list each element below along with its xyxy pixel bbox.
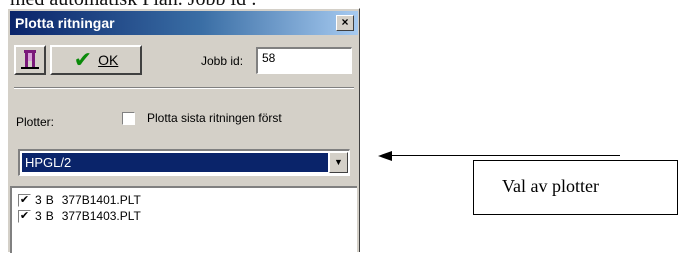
checkmark-icon: ✔ [73, 47, 93, 72]
file-col1: 3 [35, 193, 42, 207]
file-col2: B [45, 209, 54, 223]
callout-box: Val av plotter [473, 160, 678, 215]
window-title: Plotta ritningar [15, 15, 115, 31]
file-name: 377B1403.PLT [61, 209, 141, 223]
file-name: 377B1401.PLT [61, 193, 141, 207]
figure-button[interactable] [14, 45, 46, 75]
plot-dialog: Plotta ritningar × ✔ OK Jobb id: 58 Plot… [7, 8, 360, 253]
jobb-id-label: Jobb id: [201, 54, 244, 68]
pointer-arrow-line [392, 155, 620, 156]
jobb-id-input[interactable]: 58 [256, 47, 352, 74]
plotter-selected-value: HPGL/2 [22, 153, 328, 172]
file-checkbox[interactable]: ✔ [18, 209, 31, 223]
ok-label: OK [98, 52, 119, 68]
dropdown-arrow-icon[interactable]: ▼ [329, 152, 348, 173]
ok-button[interactable]: ✔ OK [50, 45, 142, 75]
close-button[interactable]: × [336, 15, 354, 31]
file-col2: B [45, 193, 54, 207]
file-checkbox[interactable]: ✔ [18, 193, 31, 207]
list-item[interactable]: ✔ 3 B 377B1401.PLT [18, 193, 141, 207]
list-item[interactable]: ✔ 3 B 377B1403.PLT [18, 209, 141, 223]
callout-text: Val av plotter [502, 176, 599, 196]
divider [14, 87, 354, 89]
plotter-label: Plotter: [16, 115, 55, 129]
file-col1: 3 [35, 209, 42, 223]
plot-last-first-label: Plotta sista ritningen först [147, 111, 282, 125]
file-list: ✔ 3 B 377B1401.PLT ✔ 3 B 377B1403.PLT [10, 186, 357, 253]
title-bar: Plotta ritningar × [10, 11, 358, 35]
plotter-select[interactable]: HPGL/2 ▼ [18, 149, 350, 176]
pointer-arrow-icon [378, 151, 392, 161]
plot-last-first-checkbox[interactable] [122, 112, 135, 125]
figure-icon [21, 50, 39, 69]
